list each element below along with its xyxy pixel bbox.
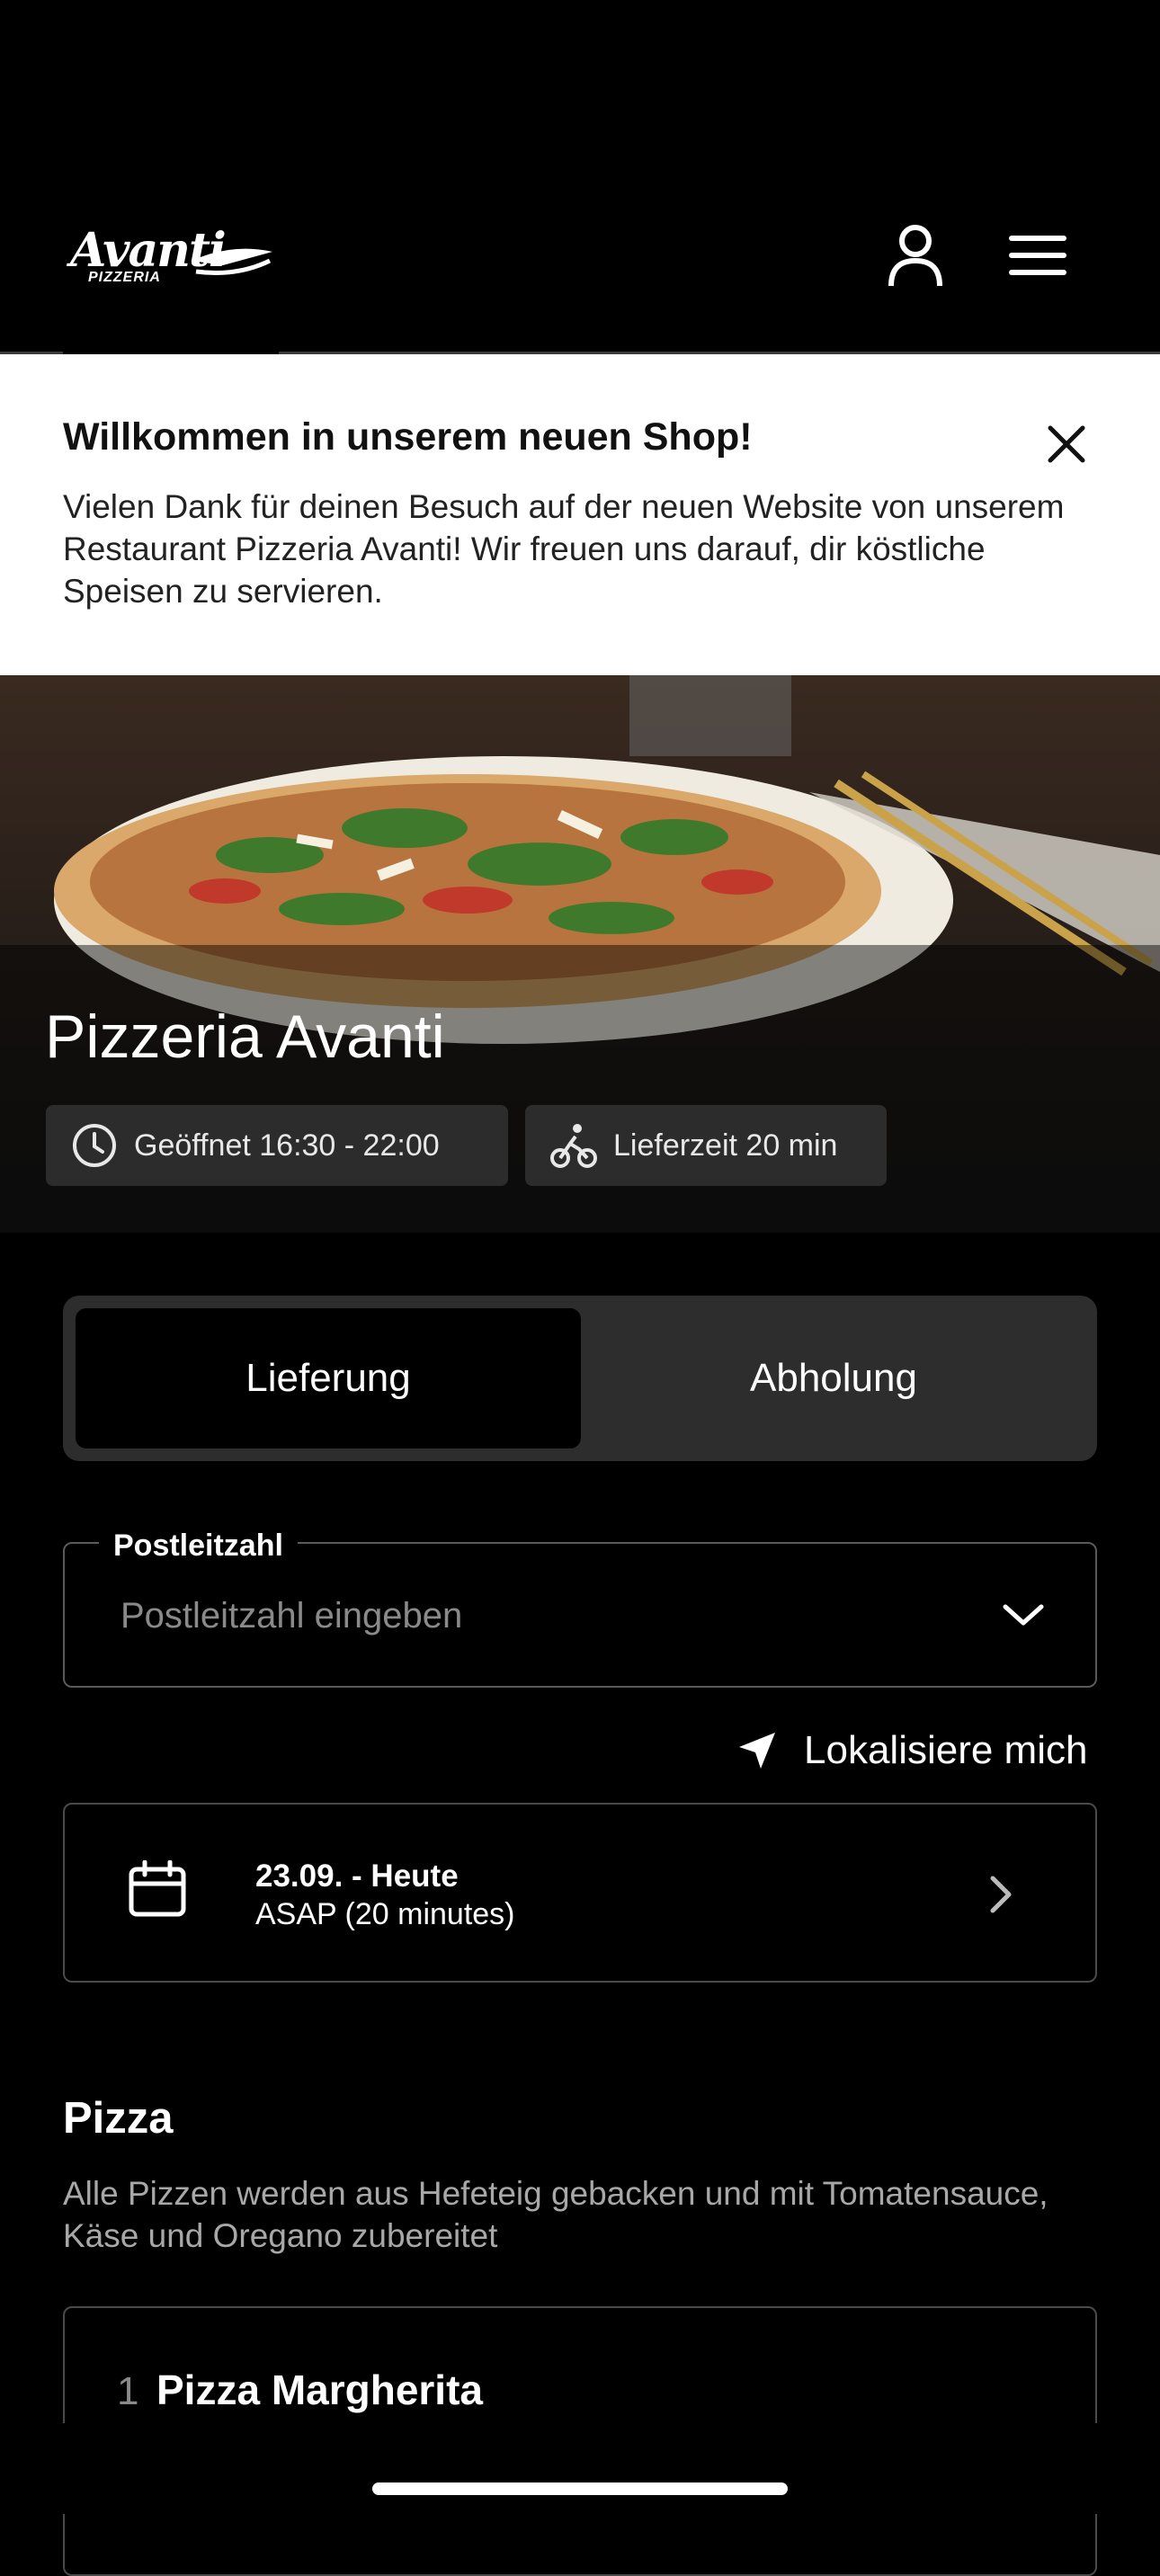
order-mode-toggle: Lieferung Abholung [63, 1296, 1097, 1461]
location-arrow-icon [739, 1733, 775, 1769]
hamburger-icon [1009, 236, 1066, 275]
logo[interactable]: Avanti PIZZERIA [70, 223, 277, 295]
locate-me-label: Lokalisiere mich [804, 1728, 1088, 1772]
calendar-icon [129, 1860, 186, 1917]
tab-pickup[interactable]: Abholung [581, 1308, 1086, 1448]
tab-delivery[interactable]: Lieferung [76, 1308, 581, 1448]
hero-image: Pizzeria Avanti Geöffnet 16:30 - 22:00 L… [0, 675, 1160, 1233]
section-description: Alle Pizzen werden aus Hefeteig gebacken… [63, 2175, 1048, 2254]
top-header [0, 0, 1160, 353]
delivery-time-chip: Lieferzeit 20 min [525, 1105, 887, 1186]
logo-subtext: PIZZERIA [88, 270, 161, 285]
bottom-bar [0, 2423, 1160, 2514]
delivery-time-text: Lieferzeit 20 min [613, 1128, 838, 1163]
menu-button[interactable] [1002, 219, 1074, 291]
postcode-field[interactable]: Postleitzahl eingeben [63, 1542, 1097, 1688]
opening-hours-chip: Geöffnet 16:30 - 22:00 [46, 1105, 508, 1186]
postcode-label: Postleitzahl [99, 1529, 298, 1564]
delivery-time-selector[interactable]: 23.09. - Heute ASAP (20 minutes) [63, 1803, 1097, 1983]
banner-close-button[interactable] [1034, 412, 1099, 477]
locate-me-button[interactable]: Lokalisiere mich [737, 1728, 1087, 1773]
menu-item-name: Pizza Margherita [156, 2367, 483, 2413]
opening-hours-text: Geöffnet 16:30 - 22:00 [134, 1128, 440, 1163]
chevron-right-icon [990, 1876, 1012, 1913]
banner-title: Willkommen in unserem neuen Shop! [63, 415, 753, 459]
restaurant-name: Pizzeria Avanti [45, 1003, 445, 1071]
menu-item-number: 1 [117, 2369, 139, 2413]
banner-body: Vielen Dank für deinen Besuch auf der ne… [63, 488, 1065, 610]
home-indicator[interactable] [372, 2482, 788, 2495]
clock-icon [73, 1124, 116, 1167]
delivery-time-value: ASAP (20 minutes) [255, 1897, 515, 1931]
user-icon [888, 225, 942, 287]
pizza-slice-logo-icon [192, 248, 272, 275]
section-title: Pizza [63, 2094, 174, 2143]
delivery-date: 23.09. - Heute [255, 1858, 459, 1894]
welcome-banner: Willkommen in unserem neuen Shop! Vielen… [0, 354, 1160, 675]
postcode-input[interactable]: Postleitzahl eingeben [120, 1596, 462, 1636]
account-button[interactable] [879, 219, 951, 291]
chevron-down-icon[interactable] [1000, 1592, 1047, 1639]
bicycle-courier-icon [550, 1124, 597, 1168]
close-icon [1048, 425, 1085, 463]
